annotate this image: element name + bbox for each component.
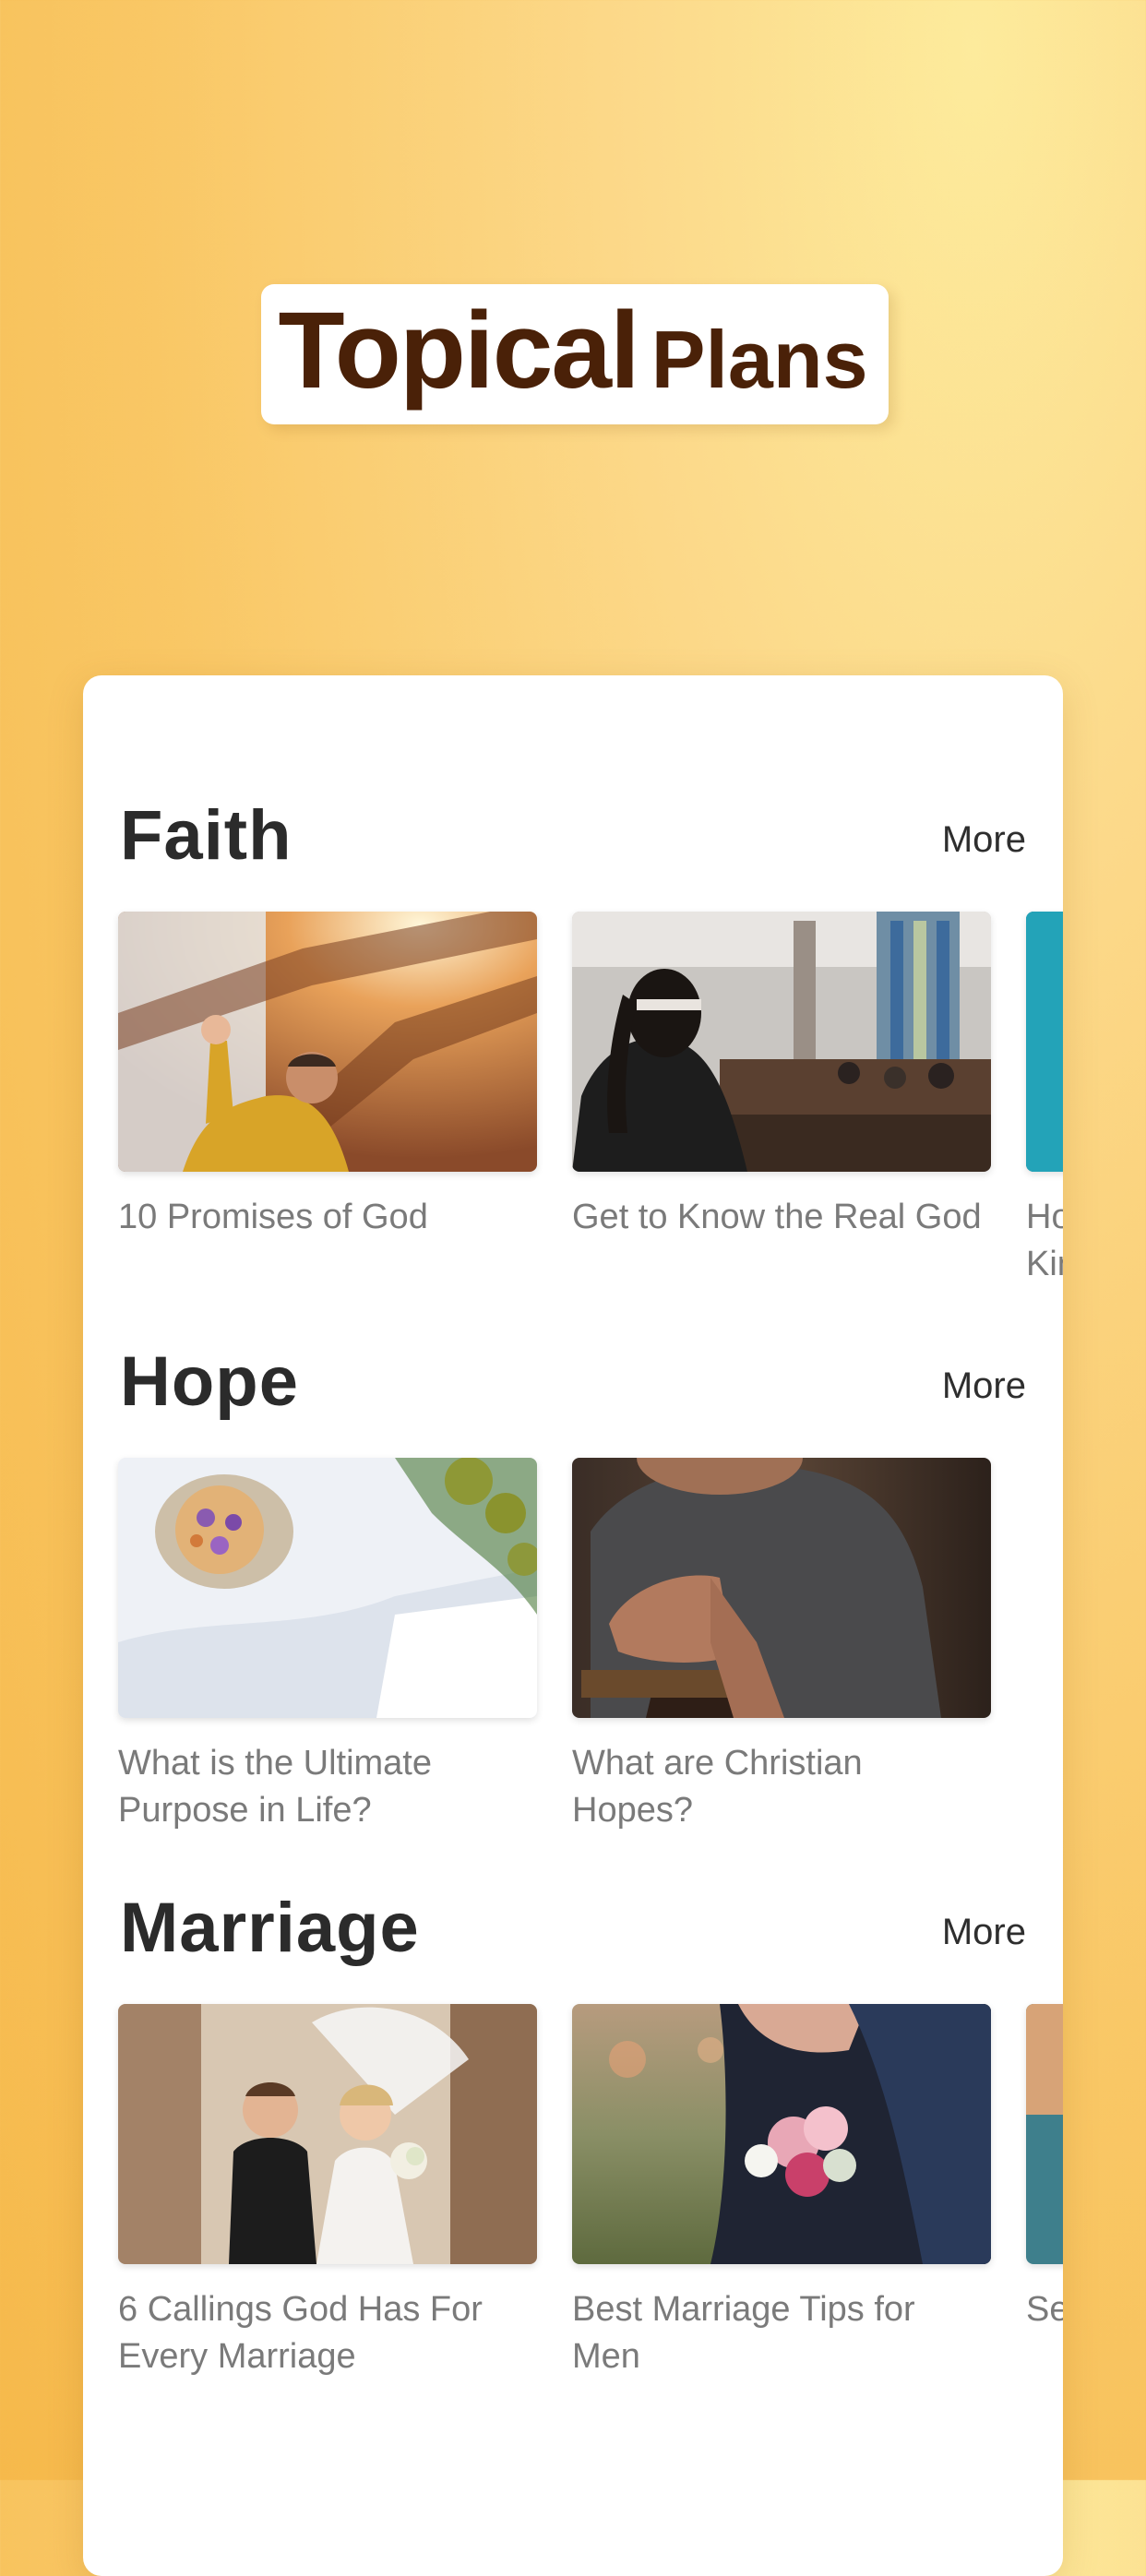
plan-card[interactable]: 10 Promises of God — [118, 912, 539, 1241]
section-title: Faith — [120, 796, 292, 875]
page-title-light: Plans — [651, 314, 868, 405]
page-title-bold: Topical — [278, 290, 639, 411]
plan-thumbnail — [1026, 2004, 1063, 2264]
more-link[interactable]: More — [942, 1912, 1026, 1953]
plan-title: What are Christian Hopes? — [572, 1744, 863, 1830]
section-title: Marriage — [120, 1889, 420, 1967]
plan-thumbnail — [572, 1458, 991, 1718]
plan-card[interactable]: Ho Kin — [1026, 912, 1063, 1288]
plan-card[interactable]: What is the Ultimate Purpose in Life? — [118, 1458, 539, 1834]
plan-card[interactable]: Se — [1026, 2004, 1063, 2333]
more-link[interactable]: More — [942, 1366, 1026, 1407]
plan-thumbnail — [118, 2004, 537, 2264]
plan-card[interactable]: What are Christian Hopes? — [572, 1458, 993, 1834]
hero-header: Topical Plans — [0, 277, 1146, 428]
plan-thumbnail — [572, 912, 991, 1172]
plan-thumbnail — [572, 2004, 991, 2264]
plan-title: Ho Kin — [1026, 1198, 1063, 1283]
plan-title: What is the Ultimate Purpose in Life? — [118, 1744, 432, 1830]
plan-thumbnail — [118, 1458, 537, 1718]
plan-title: Se — [1026, 2290, 1063, 2329]
plan-thumbnail — [1026, 912, 1063, 1172]
plan-title: 6 Callings God Has For Every Marriage — [118, 2290, 483, 2376]
plan-card[interactable]: Get to Know the Real God — [572, 912, 993, 1241]
plan-title: Best Marriage Tips for Men — [572, 2290, 915, 2376]
page-title: Topical Plans — [254, 277, 891, 428]
more-link[interactable]: More — [942, 819, 1026, 861]
plan-thumbnail — [118, 912, 537, 1172]
phone-screen-card: Faith More 10 Promises of God Get to Kno… — [83, 675, 1063, 2576]
plan-card[interactable]: 6 Callings God Has For Every Marriage — [118, 2004, 539, 2380]
plan-title: 10 Promises of God — [118, 1198, 428, 1236]
plan-title: Get to Know the Real God — [572, 1198, 982, 1236]
section-title: Hope — [120, 1342, 299, 1421]
plan-card[interactable]: Best Marriage Tips for Men — [572, 2004, 993, 2380]
